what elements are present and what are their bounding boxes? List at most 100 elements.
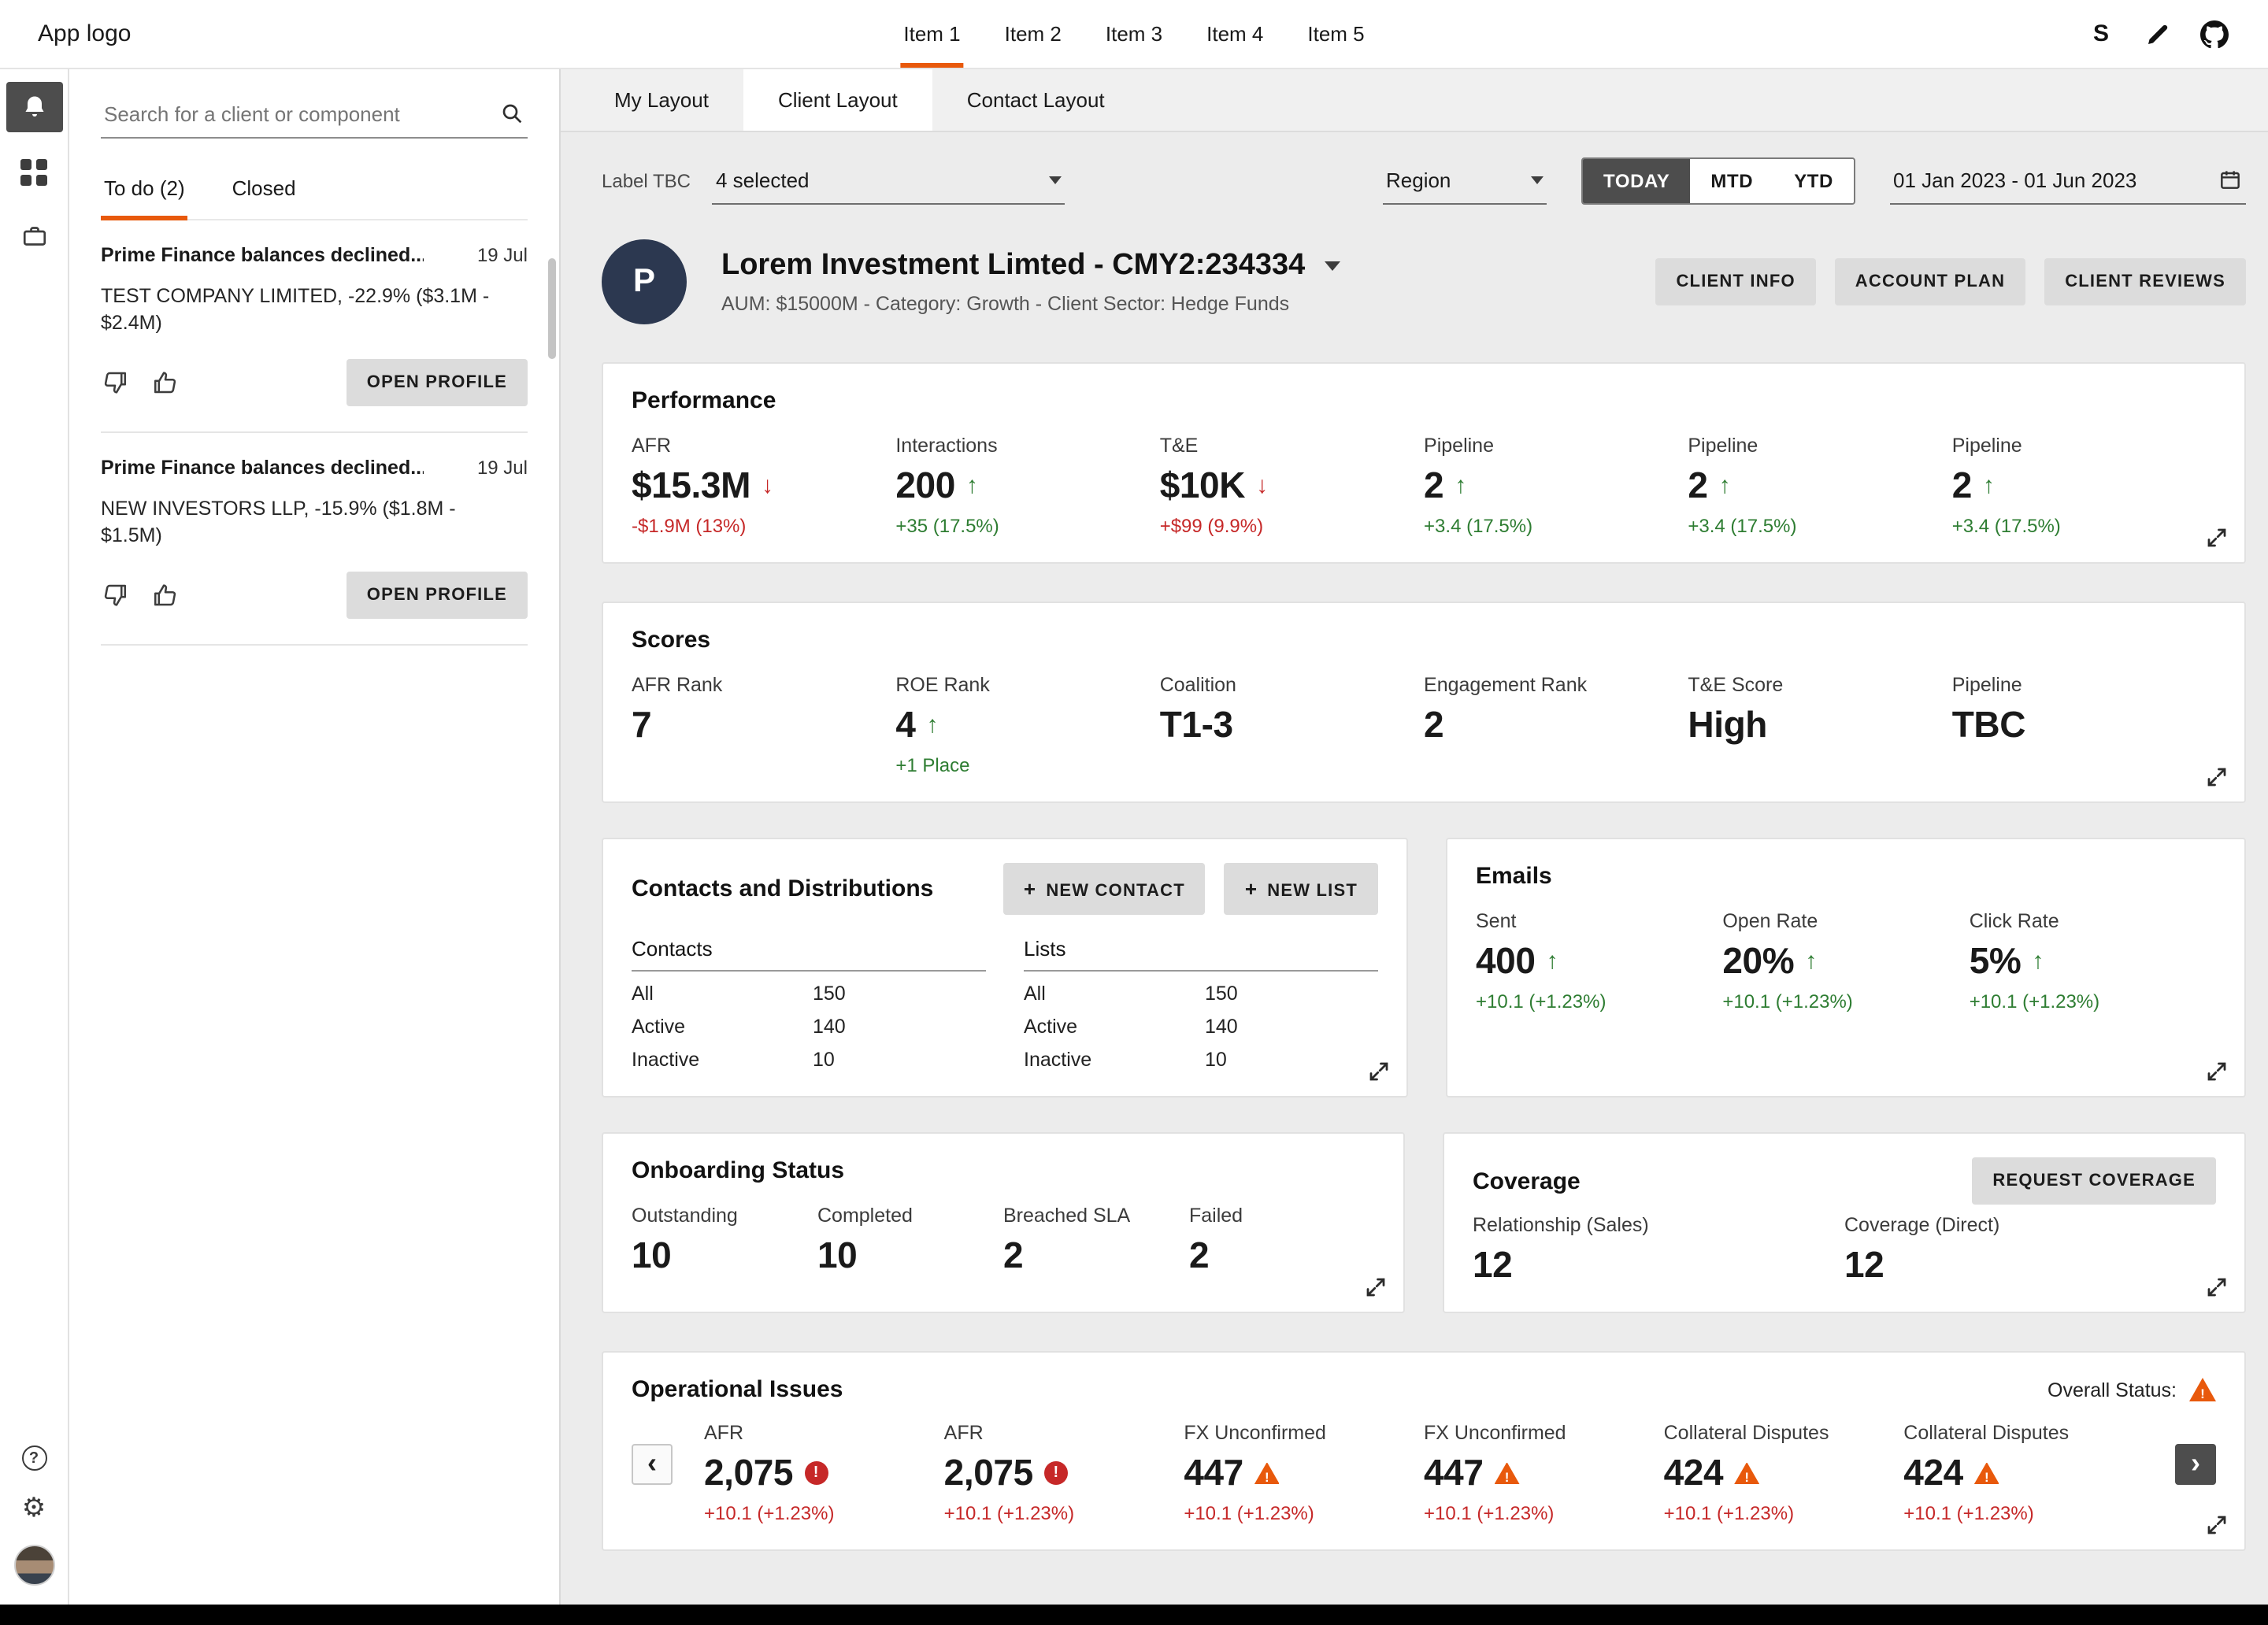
client-info-button[interactable]: CLIENT INFO (1655, 258, 1815, 305)
metric-value: 2 (1003, 1234, 1023, 1277)
expand-icon[interactable] (2205, 1275, 2229, 1299)
contacts-table: Contacts All150 Active140 Inactive10 (632, 937, 986, 1071)
period-mtd[interactable]: MTD (1690, 159, 1773, 203)
carousel-next-button[interactable] (2175, 1444, 2216, 1485)
metric-label: Pipeline (1688, 435, 1951, 457)
main-content: Label TBC 4 selected Region TODAY MTD YT… (561, 132, 2268, 1605)
nav-item-1[interactable]: Item 1 (900, 0, 963, 68)
metric-label: Open Rate (1722, 910, 1969, 932)
metric-label: Failed (1189, 1205, 1375, 1227)
metric-delta: +3.4 (17.5%) (1952, 515, 2216, 537)
s-logo-icon[interactable]: S (2085, 18, 2117, 50)
panel-title: Performance (632, 387, 2216, 414)
new-contact-button[interactable]: NEW CONTACT (1003, 863, 1206, 915)
gear-icon[interactable] (22, 1494, 46, 1521)
operational-head: Operational Issues Overall Status: (632, 1376, 2216, 1403)
metric-label: Collateral Disputes (1903, 1422, 2144, 1444)
thumbs-up-icon[interactable] (151, 368, 180, 397)
tab-client-layout[interactable]: Client Layout (743, 69, 932, 131)
trend-up-icon (966, 474, 978, 498)
pen-icon[interactable] (2142, 18, 2174, 50)
client-name-dropdown[interactable]: Lorem Investment Limted - CMY2:234334 (721, 249, 1340, 283)
multi-select[interactable]: 4 selected (713, 158, 1065, 204)
thumbs-up-icon[interactable] (151, 580, 180, 609)
table-row: Inactive10 (1024, 1049, 1378, 1071)
search-input[interactable] (104, 102, 499, 125)
nav-item-2[interactable]: Item 2 (1002, 0, 1065, 68)
todo-card-date: 19 Jul (477, 244, 528, 266)
tab-closed[interactable]: Closed (229, 162, 299, 220)
expand-icon[interactable] (1364, 1275, 1388, 1299)
todo-card-body: TEST COMPANY LIMITED, -22.9% ($3.1M - $2… (101, 283, 498, 337)
metric-value: 12 (1844, 1244, 1884, 1286)
briefcase-icon[interactable] (6, 211, 62, 261)
metric-value: 10 (632, 1234, 671, 1277)
emails-metrics: Sent 400 +10.1 (+1.23%) Open Rate 20% +1… (1476, 910, 2216, 1012)
period-today[interactable]: TODAY (1583, 159, 1690, 203)
apps-grid-icon[interactable] (6, 146, 62, 197)
bell-icon[interactable] (6, 82, 62, 132)
panel-title: Contacts and Distributions (632, 875, 933, 902)
user-avatar[interactable] (13, 1545, 54, 1586)
trend-up-icon (1805, 949, 1817, 973)
expand-icon[interactable] (1367, 1060, 1391, 1083)
request-coverage-button[interactable]: REQUEST COVERAGE (1972, 1157, 2216, 1205)
expand-icon[interactable] (2205, 1060, 2229, 1083)
row-value: 10 (1205, 1049, 1227, 1071)
github-icon[interactable] (2199, 18, 2230, 50)
metric-value: 7 (632, 704, 651, 746)
metric-value: 2,075 (944, 1452, 1033, 1494)
icon-rail (0, 69, 69, 1605)
warning-icon (1254, 1462, 1280, 1484)
metric-label: Relationship (Sales) (1473, 1214, 1844, 1236)
table-row: Active140 (1024, 1016, 1378, 1038)
client-subtitle: AUM: $15000M - Category: Growth - Client… (721, 293, 1340, 315)
trend-up-icon (1983, 474, 1995, 498)
nav-item-4[interactable]: Item 4 (1203, 0, 1266, 68)
metric-delta: +1 Place (895, 754, 1159, 776)
account-plan-button[interactable]: ACCOUNT PLAN (1835, 258, 2025, 305)
sidebar-scrollbar[interactable] (548, 258, 556, 359)
expand-icon[interactable] (2205, 765, 2229, 789)
thumbs-down-icon[interactable] (101, 580, 129, 609)
emails-panel: Emails Sent 400 +10.1 (+1.23%) Open Rate… (1446, 838, 2246, 1098)
new-list-button[interactable]: NEW LIST (1225, 863, 1378, 915)
region-select[interactable]: Region (1383, 158, 1547, 204)
metric-label: AFR (704, 1422, 944, 1444)
tab-todo[interactable]: To do (2) (101, 162, 188, 220)
calendar-icon (2218, 167, 2243, 192)
metric-label: AFR Rank (632, 674, 895, 696)
carousel-prev-button[interactable] (632, 1444, 673, 1485)
metric-afr-issues: AFR 2,075 +10.1 (+1.23%) (704, 1422, 944, 1524)
expand-icon[interactable] (2205, 526, 2229, 550)
date-range-picker[interactable]: 01 Jan 2023 - 01 Jun 2023 (1890, 157, 2246, 205)
trend-down-icon (1256, 474, 1268, 498)
client-reviews-button[interactable]: CLIENT REVIEWS (2044, 258, 2246, 305)
open-profile-button[interactable]: OPEN PROFILE (346, 359, 528, 406)
period-toggle: TODAY MTD YTD (1581, 157, 1855, 205)
contacts-tables: Contacts All150 Active140 Inactive10 Lis… (632, 937, 1378, 1071)
nav-item-3[interactable]: Item 3 (1102, 0, 1166, 68)
top-bar: App logo Item 1 Item 2 Item 3 Item 4 Ite… (0, 0, 2268, 69)
region-select-value: Region (1386, 168, 1451, 191)
search-icon[interactable] (499, 101, 524, 126)
tab-my-layout[interactable]: My Layout (580, 69, 743, 131)
expand-icon[interactable] (2205, 1513, 2229, 1537)
table-header: Lists (1024, 937, 1378, 972)
metric-value: 2 (1424, 704, 1443, 746)
metric-delta: +10.1 (+1.23%) (1424, 1502, 1664, 1524)
row-value: 150 (1205, 983, 1238, 1005)
thumbs-down-icon[interactable] (101, 368, 129, 397)
open-profile-button[interactable]: OPEN PROFILE (346, 571, 528, 618)
nav-item-5[interactable]: Item 5 (1304, 0, 1367, 68)
period-ytd[interactable]: YTD (1773, 159, 1854, 203)
main-area: My Layout Client Layout Contact Layout L… (561, 69, 2268, 1605)
sidebar: To do (2) Closed Prime Finance balances … (69, 69, 561, 1605)
coverage-metrics: Relationship (Sales) 12 Coverage (Direct… (1473, 1214, 2216, 1286)
operational-panel: Operational Issues Overall Status: AFR 2… (602, 1351, 2246, 1551)
help-icon[interactable] (21, 1445, 46, 1471)
tab-contact-layout[interactable]: Contact Layout (932, 69, 1140, 131)
search-box (101, 94, 528, 139)
metric-collateral-disputes: Collateral Disputes 424 +10.1 (+1.23%) (1903, 1422, 2144, 1524)
metric-te: T&E $10K +$99 (9.9%) (1160, 435, 1424, 537)
